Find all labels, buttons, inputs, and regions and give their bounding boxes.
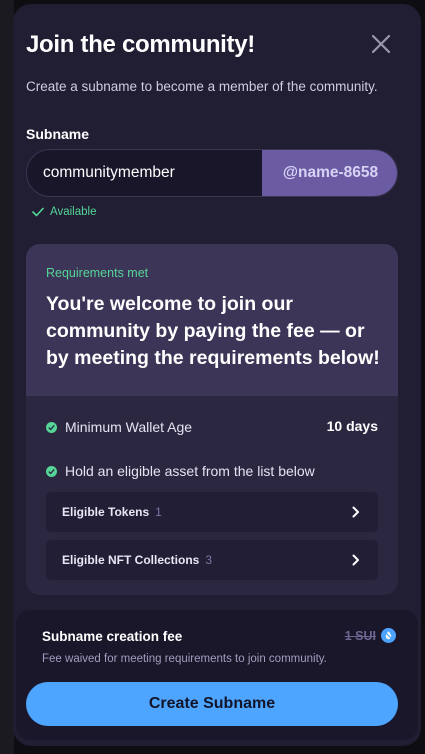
requirements-header: Requirements met You're welcome to join … [26,244,398,396]
join-community-modal: Join the community! Create a subname to … [13,4,421,746]
modal-title: Join the community! [26,31,255,58]
chevron-right-icon [352,554,359,566]
availability-status: Available [32,206,96,218]
check-icon [32,207,44,217]
check-circle-icon [46,465,57,477]
list-item-count: 1 [155,505,162,519]
fee-title: Subname creation fee [42,629,183,644]
requirement-eligible-asset: Hold an eligible asset from the list bel… [46,463,315,479]
sui-icon [381,628,396,643]
requirement-wallet-age: Minimum Wallet Age [46,419,192,435]
modal-subtitle: Create a subname to become a member of t… [26,79,378,94]
list-item-label: Eligible Tokens 1 [62,505,162,519]
fee-card: Subname creation fee 1 SUI Fee waived fo… [16,610,418,740]
close-icon [371,34,391,54]
domain-suffix: @name-8658 [262,150,397,196]
page-backdrop [0,0,14,754]
subname-label: Subname [26,126,90,142]
list-item-count: 3 [205,553,213,567]
chevron-right-icon [352,506,359,518]
check-circle-icon [46,421,57,433]
create-subname-button[interactable]: Create Subname [26,682,398,726]
eligible-tokens-item[interactable]: Eligible Tokens 1 [46,492,378,532]
close-button[interactable] [369,32,393,56]
subname-input-group: @name-8658 [26,149,398,197]
requirements-card: Requirements met You're welcome to join … [26,244,398,595]
availability-text: Available [50,206,97,218]
requirement-label: Hold an eligible asset from the list bel… [65,463,315,479]
list-item-label: Eligible NFT Collections 3 [62,553,213,567]
requirements-message: You're welcome to join our community by … [46,293,380,369]
fee-amount-value: 1 SUI [344,628,376,643]
requirement-value: 10 days [326,418,378,434]
fee-note: Fee waived for meeting requirements to j… [42,653,327,665]
requirement-label: Minimum Wallet Age [65,419,193,435]
eligible-nft-collections-item[interactable]: Eligible NFT Collections 3 [46,540,378,580]
subname-input[interactable] [27,150,279,196]
requirements-status: Requirements met [46,266,149,280]
fee-amount: 1 SUI [345,628,396,643]
